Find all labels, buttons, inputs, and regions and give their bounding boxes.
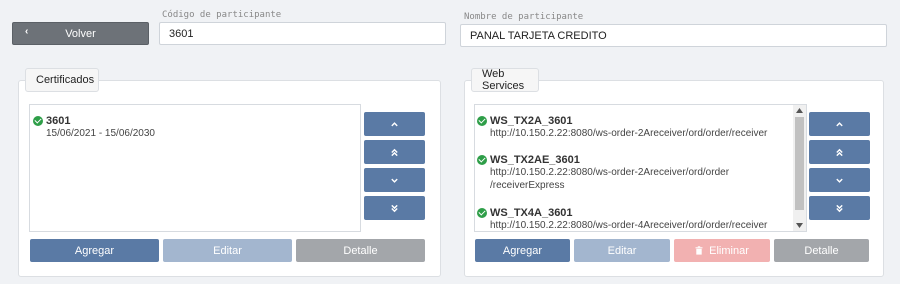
ws-detail-label: Detalle <box>804 244 839 257</box>
scroll-up-arrow-icon[interactable] <box>795 107 804 114</box>
ws-url-continued: /receiverExpress <box>490 180 565 191</box>
certificate-add-label: Agregar <box>74 244 115 257</box>
move-bottom-button[interactable] <box>364 196 425 220</box>
ws-edit-button[interactable]: Editar <box>574 239 670 262</box>
move-up-button[interactable] <box>364 112 425 136</box>
certificate-dates: 15/06/2021 - 15/06/2030 <box>46 128 155 139</box>
chevron-down-icon <box>391 178 398 183</box>
chevron-down-icon <box>836 178 843 183</box>
ws-move-bottom-button[interactable] <box>809 196 870 220</box>
certificate-detail-button[interactable]: Detalle <box>296 239 425 262</box>
participant-name-label: Nombre de participante <box>464 12 584 22</box>
certificate-name: 3601 <box>46 115 71 127</box>
ws-name: WS_TX2A_3601 <box>490 115 573 127</box>
scrollbar[interactable] <box>793 105 806 231</box>
check-circle-icon <box>477 208 487 218</box>
certificate-edit-label: Editar <box>213 244 242 257</box>
back-button[interactable]: ‹ Volver <box>12 22 149 45</box>
web-services-list[interactable]: WS_TX2A_3601 http://10.150.2.22:8080/ws-… <box>474 104 807 232</box>
list-item[interactable]: WS_TX2A_3601 http://10.150.2.22:8080/ws-… <box>477 115 767 140</box>
double-chevron-down-icon <box>391 204 398 212</box>
certificates-title-text: Certificados <box>36 74 95 86</box>
web-services-panel-title: Web Services <box>471 68 539 92</box>
chevron-up-icon <box>836 121 843 126</box>
participant-code-field[interactable]: 3601 <box>159 22 446 45</box>
ws-name: WS_TX4A_3601 <box>490 207 573 219</box>
ws-edit-label: Editar <box>607 244 637 257</box>
participant-name-value: PANAL TARJETA CREDITO <box>470 29 607 42</box>
certificate-add-button[interactable]: Agregar <box>30 239 159 262</box>
check-circle-icon <box>33 116 43 126</box>
ws-add-button[interactable]: Agregar <box>475 239 570 262</box>
participant-code-value: 3601 <box>169 27 194 40</box>
scrollbar-thumb[interactable] <box>795 117 804 210</box>
certificate-detail-label: Detalle <box>343 244 378 257</box>
double-chevron-up-icon <box>391 148 398 156</box>
ws-move-top-button[interactable] <box>809 140 870 164</box>
ws-url: http://10.150.2.22:8080/ws-order-4Arecei… <box>490 220 768 231</box>
list-item[interactable]: WS_TX2AE_3601 http://10.150.2.22:8080/ws… <box>477 154 729 192</box>
trash-icon <box>695 246 703 255</box>
ws-url: http://10.150.2.22:8080/ws-order-2Arecei… <box>490 167 730 178</box>
move-top-button[interactable] <box>364 140 425 164</box>
participant-code-label: Código de participante <box>162 10 282 20</box>
ws-add-label: Agregar <box>502 244 543 257</box>
certificates-list[interactable]: 3601 15/06/2021 - 15/06/2030 <box>29 104 361 232</box>
ws-detail-button[interactable]: Detalle <box>774 239 869 262</box>
back-button-label: Volver <box>65 27 96 40</box>
move-down-button[interactable] <box>364 168 425 192</box>
ws-delete-button[interactable]: Eliminar <box>674 239 770 262</box>
scroll-down-arrow-icon[interactable] <box>795 222 804 229</box>
certificates-panel-title: Certificados <box>25 68 99 92</box>
check-circle-icon <box>477 116 487 126</box>
double-chevron-down-icon <box>836 204 843 212</box>
list-item[interactable]: WS_TX4A_3601 http://10.150.2.22:8080/ws-… <box>477 207 768 231</box>
web-services-title-text: Web Services <box>482 68 525 92</box>
ws-move-down-button[interactable] <box>809 168 870 192</box>
ws-move-up-button[interactable] <box>809 112 870 136</box>
check-circle-icon <box>477 155 487 165</box>
chevron-up-icon <box>391 121 398 126</box>
list-item[interactable]: 3601 15/06/2021 - 15/06/2030 <box>33 115 155 140</box>
ws-delete-label: Eliminar <box>709 244 749 257</box>
participant-name-field[interactable]: PANAL TARJETA CREDITO <box>460 24 887 47</box>
double-chevron-up-icon <box>836 148 843 156</box>
ws-name: WS_TX2AE_3601 <box>490 154 580 166</box>
ws-url: http://10.150.2.22:8080/ws-order-2Arecei… <box>490 128 768 139</box>
certificate-edit-button[interactable]: Editar <box>163 239 292 262</box>
chevron-left-icon: ‹ <box>25 26 29 37</box>
